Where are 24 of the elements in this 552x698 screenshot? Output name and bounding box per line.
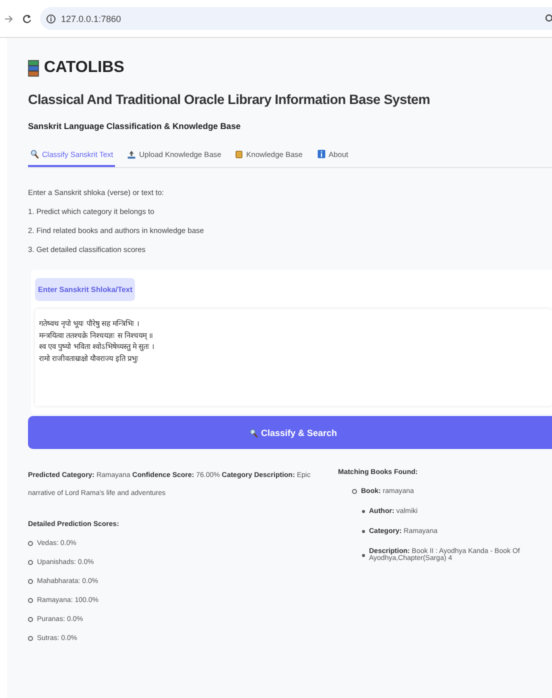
info-icon xyxy=(316,149,326,159)
bullet-icon xyxy=(28,541,33,546)
bullet-icon xyxy=(28,598,33,603)
bullet-icon xyxy=(28,636,33,641)
bullet-icon xyxy=(362,554,365,556)
bullet-icon xyxy=(28,579,33,584)
books-icon xyxy=(28,60,40,76)
classify-button[interactable]: Classify & Search xyxy=(28,416,552,449)
app-logo: CATOLIBS xyxy=(44,59,124,77)
tray-icon xyxy=(127,150,136,158)
info-icon[interactable] xyxy=(46,14,56,24)
bullet-icon xyxy=(28,560,33,565)
bullet-icon xyxy=(362,510,365,513)
app-title: Classical And Traditional Oracle Library Information Base System xyxy=(28,92,431,107)
reload-icon[interactable] xyxy=(22,14,32,24)
bullet-icon xyxy=(28,617,33,622)
forward-icon[interactable] xyxy=(4,14,14,24)
book-icon xyxy=(235,150,244,158)
address-bar[interactable]: 127.0.0.1:7860 xyxy=(40,7,552,30)
bullet-icon xyxy=(362,530,365,533)
search-icon xyxy=(248,428,258,438)
bullet-icon xyxy=(352,489,357,494)
app-subtitle: Sanskrit Language Classification & Knowledge Base xyxy=(28,121,242,131)
search-icon xyxy=(30,149,39,159)
